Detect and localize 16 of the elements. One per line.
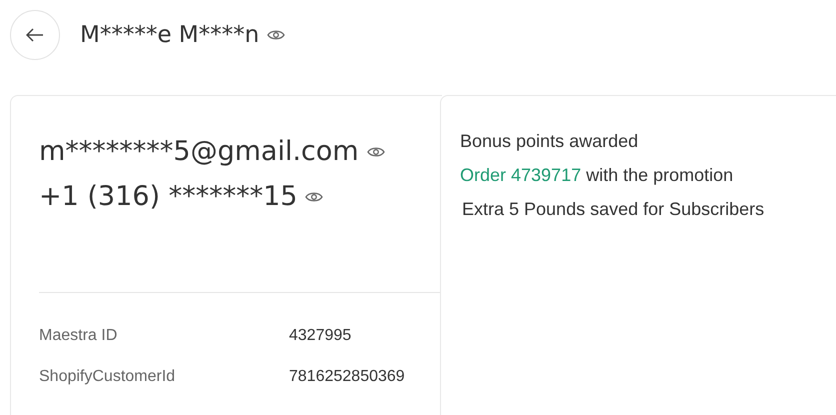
event-title: Bonus points awarded — [460, 130, 640, 153]
back-arrow-icon — [26, 28, 44, 42]
back-button[interactable] — [10, 10, 60, 60]
id-value: 7816252850369 — [289, 368, 405, 386]
order-link[interactable]: Order 4739717 — [460, 165, 582, 185]
phone-text: +1 (316) *******15 — [39, 181, 298, 212]
eye-icon[interactable] — [267, 29, 286, 41]
eye-icon[interactable] — [366, 146, 385, 158]
id-value: 4327995 — [289, 326, 352, 344]
id-label: Maestra ID — [39, 326, 118, 344]
customer-name: M*****e M****n — [80, 22, 260, 48]
eye-icon[interactable] — [305, 190, 324, 202]
event-description: Order 4739717 with the promotion — [460, 164, 734, 187]
email-text: m********5@gmail.com — [39, 136, 359, 167]
event-detail: Extra 5 Pounds saved for Subscribers — [461, 198, 766, 221]
id-label: ShopifyCustomerId — [39, 368, 176, 386]
